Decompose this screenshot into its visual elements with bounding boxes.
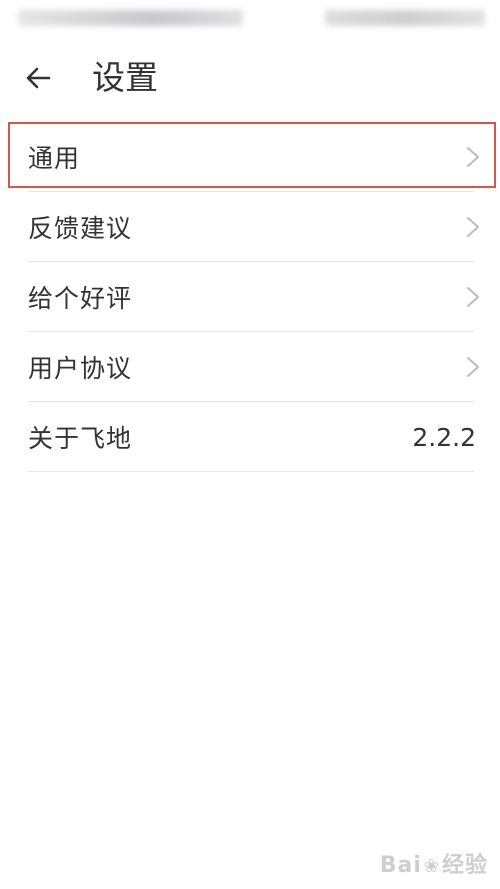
- page-title: 设置: [92, 58, 158, 97]
- header-bar: 设置: [0, 40, 500, 116]
- status-bar: [0, 0, 500, 40]
- settings-item-label: 通用: [28, 144, 81, 173]
- settings-item-label: 反馈建议: [28, 214, 133, 243]
- status-bar-right-blurred: [325, 10, 485, 26]
- settings-item-user-agreement[interactable]: 用户协议: [0, 332, 500, 402]
- settings-item-label: 给个好评: [28, 284, 133, 313]
- paw-icon: ❀: [423, 856, 440, 877]
- version-value: 2.2.2: [412, 422, 476, 452]
- watermark-text-left: Bai: [379, 853, 422, 878]
- arrow-left-icon: [26, 67, 51, 89]
- watermark-text-right: 经验: [441, 853, 488, 878]
- status-bar-left-blurred: [18, 10, 243, 26]
- baidu-jingyan-watermark: Bai ❀经验: [380, 847, 488, 879]
- settings-item-about[interactable]: 关于飞地 2.2.2: [0, 402, 500, 472]
- settings-item-label: 用户协议: [28, 354, 133, 383]
- chevron-right-icon: [467, 287, 479, 307]
- highlight-box: [8, 122, 496, 188]
- chevron-right-icon: [467, 357, 479, 377]
- settings-item-rate[interactable]: 给个好评: [0, 262, 500, 332]
- chevron-right-icon: [467, 217, 479, 237]
- settings-item-label: 关于飞地: [28, 424, 133, 453]
- chevron-right-icon: [467, 147, 479, 167]
- back-button[interactable]: [16, 56, 60, 100]
- settings-item-feedback[interactable]: 反馈建议: [0, 192, 500, 262]
- settings-list: 通用 反馈建议 给个好评 用户协议 关于飞地 2.2.2: [0, 122, 500, 472]
- settings-item-general[interactable]: 通用: [0, 122, 500, 192]
